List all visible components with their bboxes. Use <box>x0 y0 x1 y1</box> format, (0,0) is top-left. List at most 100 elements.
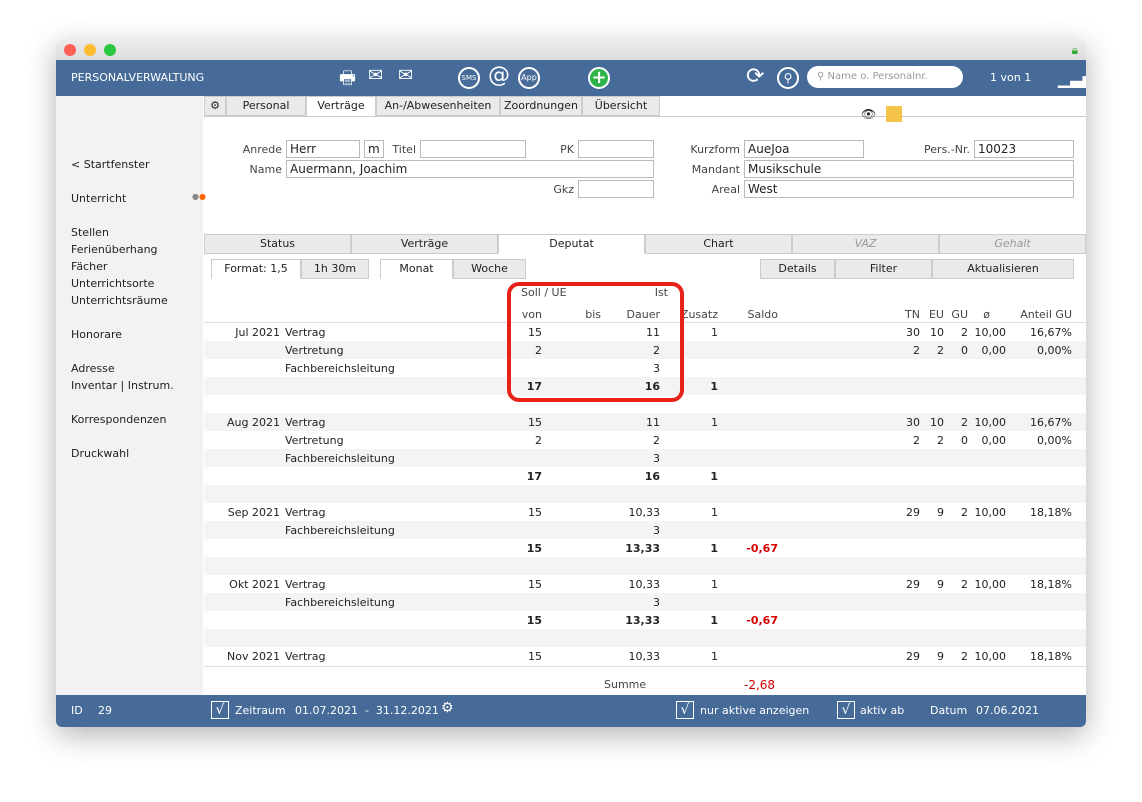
col-anteil: Anteil GU <box>1020 308 1072 321</box>
search-icon[interactable]: ⚲ <box>777 67 799 89</box>
table-row[interactable]: Fachbereichsleitung 3 <box>204 593 1086 611</box>
cell: 15 <box>528 506 542 519</box>
time-format-button[interactable]: 1h 30m <box>301 259 369 279</box>
subtab-0[interactable]: Status <box>204 234 351 254</box>
cell: 3 <box>653 524 660 537</box>
cell: 10 <box>930 416 944 429</box>
sidebar-item[interactable]: Fächer <box>71 260 107 273</box>
geschlecht-field[interactable]: m <box>364 140 384 158</box>
kurzform-label: Kurzform <box>690 143 740 156</box>
table-row[interactable]: 15 13,33 1 -0,67 <box>204 539 1086 557</box>
tab-1[interactable]: Verträge <box>306 96 376 116</box>
tab-0[interactable]: Personal <box>226 96 306 116</box>
search-input[interactable]: ⚲ Name o. Personalnr. <box>807 66 963 88</box>
cell: Fachbereichsleitung <box>285 452 395 465</box>
table-row[interactable]: Sep 2021 Vertrag 15 10,33 1 29 9 2 10,00 18,18% <box>204 503 1086 521</box>
table-row[interactable] <box>204 485 1086 503</box>
sidebar-item[interactable]: Honorare <box>71 328 122 341</box>
cell: 15 <box>526 542 542 555</box>
cell: 10,00 <box>974 506 1007 519</box>
table-row[interactable]: Aug 2021 Vertrag 15 11 1 30 10 2 10,00 16,67% <box>204 413 1086 431</box>
settings-gear-icon[interactable]: ⚙ <box>204 96 226 116</box>
cell: 3 <box>653 596 660 609</box>
titel-field[interactable] <box>420 140 526 158</box>
subtab-2[interactable]: Deputat <box>498 234 645 254</box>
refresh-icon[interactable]: ⟳ <box>746 64 764 89</box>
cell: 18,18% <box>1030 650 1072 663</box>
sidebar-item[interactable]: Stellen <box>71 226 109 239</box>
app-icon[interactable]: App <box>518 67 540 89</box>
subtab-4[interactable]: VAZ <box>792 234 939 254</box>
aktualisieren-button[interactable]: Aktualisieren <box>932 259 1074 279</box>
nur-aktive-checkbox[interactable]: √ <box>676 701 694 719</box>
filter-button[interactable]: Filter <box>835 259 932 279</box>
subtab-5[interactable]: Gehalt <box>939 234 1086 254</box>
sidebar-item[interactable]: Ferienüberhang <box>71 243 158 256</box>
cell: 29 <box>906 650 920 663</box>
status-dots-icon: ●● <box>192 192 206 201</box>
zoom-window-button[interactable] <box>104 44 116 56</box>
table-row[interactable]: Nov 2021 Vertrag 15 10,33 1 29 9 2 10,00 18,18% <box>204 647 1086 665</box>
persnr-field[interactable]: 10023 <box>974 140 1074 158</box>
mail-icon[interactable]: ✉ <box>368 65 383 86</box>
kurzform-field[interactable]: AueJoa <box>744 140 864 158</box>
cell: 9 <box>937 578 944 591</box>
subtab-3[interactable]: Chart <box>645 234 792 254</box>
cell: 29 <box>906 506 920 519</box>
zeitraum-checkbox[interactable]: √ <box>211 701 229 719</box>
email-at-icon[interactable]: @ <box>488 63 510 88</box>
close-window-button[interactable] <box>64 44 76 56</box>
sidebar-item[interactable]: Unterricht <box>71 192 126 205</box>
tab-2[interactable]: An-/Abwesenheiten <box>376 96 500 116</box>
print-icon[interactable]: 🖶 <box>339 66 356 96</box>
sidebar-item[interactable]: Unterrichtsorte <box>71 277 154 290</box>
sidebar-item[interactable]: Adresse <box>71 362 115 375</box>
sidebar-item[interactable]: Unterrichtsräume <box>71 294 168 307</box>
cell: Nov 2021 <box>227 650 280 663</box>
cell: 9 <box>937 506 944 519</box>
gear-icon[interactable]: ⚙ <box>441 700 454 716</box>
table-row[interactable]: Fachbereichsleitung 3 <box>204 521 1086 539</box>
cell: 3 <box>653 452 660 465</box>
sms-icon[interactable]: SMS <box>458 67 480 89</box>
table-row[interactable]: Fachbereichsleitung 3 <box>204 449 1086 467</box>
eye-icon[interactable]: 👁 <box>861 107 876 121</box>
sidebar-item[interactable]: Inventar | Instrum. <box>71 379 174 392</box>
note-icon[interactable] <box>886 106 902 122</box>
cell: 1 <box>710 380 718 393</box>
mandant-field[interactable]: Musikschule <box>744 160 1074 178</box>
cell: 2 <box>961 326 968 339</box>
cell: 2 <box>535 434 542 447</box>
subtab-1[interactable]: Verträge <box>351 234 498 254</box>
woche-button[interactable]: Woche <box>453 259 526 279</box>
table-row[interactable] <box>204 557 1086 575</box>
table-row[interactable]: Okt 2021 Vertrag 15 10,33 1 29 9 2 10,00 18,18% <box>204 575 1086 593</box>
table-row[interactable]: Vertretung 2 2 2 2 0 0,00 0,00% <box>204 431 1086 449</box>
sidebar-item[interactable]: Korrespondenzen <box>71 413 166 426</box>
table-row[interactable] <box>204 629 1086 647</box>
cell: 15 <box>526 614 542 627</box>
app-header: PERSONALVERWALTUNG 🖶 ✉ ✉ SMS @ App + ⟳ ⚲… <box>56 60 1086 96</box>
cell: 0 <box>961 434 968 447</box>
gkz-field[interactable] <box>578 180 654 198</box>
sidebar-item[interactable]: Druckwahl <box>71 447 129 460</box>
format-button[interactable]: Format: 1,5 <box>211 259 301 279</box>
monat-button[interactable]: Monat <box>380 259 453 279</box>
minimize-window-button[interactable] <box>84 44 96 56</box>
zeitraum-range[interactable]: 01.07.2021 - 31.12.2021 <box>295 704 439 717</box>
areal-field[interactable]: West <box>744 180 1074 198</box>
mail-multiple-icon[interactable]: ✉ <box>398 65 413 86</box>
table-row[interactable]: 17 16 1 <box>204 467 1086 485</box>
pk-field[interactable] <box>578 140 654 158</box>
name-field[interactable]: Auermann, Joachim <box>286 160 654 178</box>
anrede-field[interactable]: Herr <box>286 140 360 158</box>
aktiv-ab-checkbox[interactable]: √ <box>837 701 855 719</box>
add-icon[interactable]: + <box>588 67 610 89</box>
sidebar-item[interactable]: < Startfenster <box>71 158 150 171</box>
table-row[interactable]: 15 13,33 1 -0,67 <box>204 611 1086 629</box>
details-button[interactable]: Details <box>760 259 835 279</box>
tab-4[interactable]: Übersicht <box>582 96 660 116</box>
cell: 1 <box>710 470 718 483</box>
tab-3[interactable]: Zoordnungen <box>500 96 582 116</box>
id-value: 29 <box>98 704 112 717</box>
